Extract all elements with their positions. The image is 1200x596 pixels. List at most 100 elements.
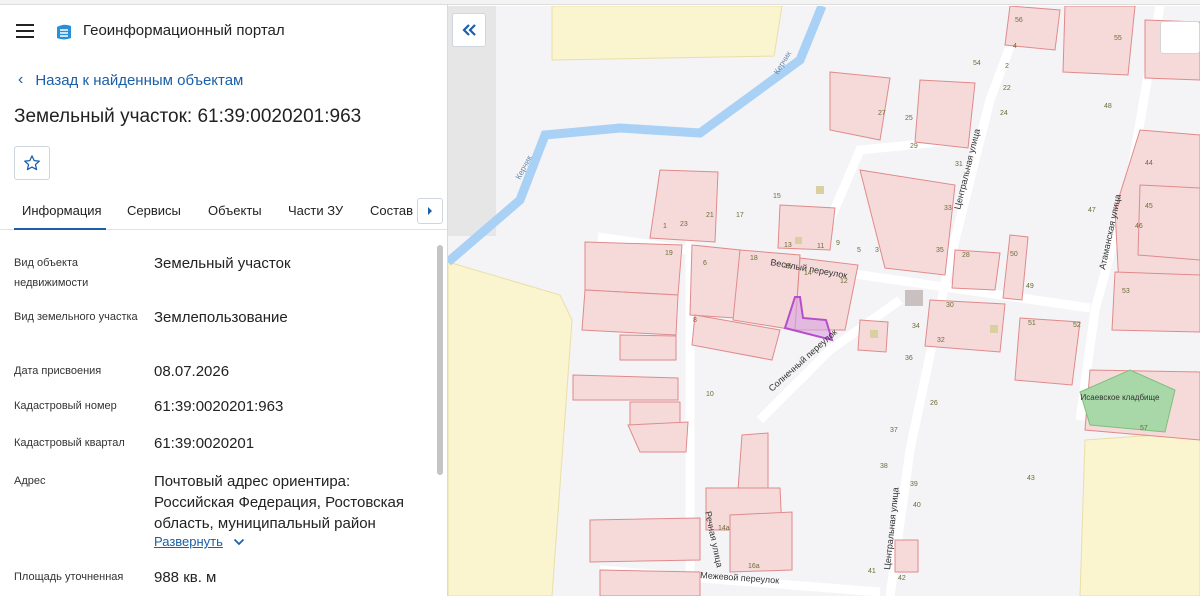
object-title: Земельный участок: 61:39:0020201:963 — [14, 106, 362, 127]
field-area — [551, 6, 783, 61]
house-number-label: 13 — [784, 242, 792, 249]
house-number-label: 3 — [875, 247, 879, 254]
house-number-label: 12 — [840, 278, 848, 285]
tabs-scroll-right-button[interactable] — [417, 198, 443, 224]
house-number-label: 22 — [1003, 85, 1011, 92]
browser-top-strip — [0, 0, 1200, 5]
expand-label: Развернуть — [154, 534, 223, 549]
tab-information[interactable]: Информация — [22, 203, 102, 218]
house-number-label: 55 — [1114, 35, 1122, 42]
property-label: Вид земельного участка — [14, 311, 138, 323]
house-number-label: 41 — [868, 568, 876, 575]
chevron-left-icon: ‹ — [18, 71, 24, 88]
star-icon — [24, 155, 40, 171]
house-number-label: 53 — [1122, 288, 1130, 295]
address-value: Почтовый адрес ориентира: Российская Фед… — [154, 473, 404, 532]
house-number-label: 16 — [784, 263, 792, 270]
back-link-label: Назад к найденным объектам — [35, 71, 244, 89]
tab-parts[interactable]: Части ЗУ — [288, 203, 343, 218]
house-number-label: 6 — [703, 260, 707, 267]
tab-services[interactable]: Сервисы — [127, 203, 181, 218]
house-number-label: 44 — [1145, 160, 1153, 167]
cadastral-quarter-value[interactable]: 61:39:0020201 — [154, 433, 424, 454]
active-tab-indicator — [14, 228, 106, 230]
double-chevron-left-icon — [462, 24, 476, 36]
house-number-label: 43 — [1027, 475, 1035, 482]
house-number-label: 15 — [773, 193, 781, 200]
house-number-label: 57 — [1140, 425, 1148, 432]
house-number-label: 14 — [804, 270, 812, 277]
field-area — [1079, 431, 1200, 596]
house-number-label: 52 — [1073, 322, 1081, 329]
house-number-label: 11 — [817, 243, 824, 250]
house-number-label: 5 — [857, 247, 861, 254]
tab-composition[interactable]: Состав — [370, 203, 413, 218]
house-number-label: 47 — [1088, 207, 1096, 214]
house-number-label: 14а — [718, 525, 730, 532]
house-number-label: 32 — [937, 337, 945, 344]
house-number-label: 9 — [836, 240, 840, 247]
chevron-down-icon — [233, 538, 245, 545]
cemetery-label: Исаевское кладбище — [1081, 393, 1160, 402]
house-number-label: 56 — [1015, 17, 1023, 24]
field-area — [448, 261, 573, 596]
house-number-label: 33 — [944, 205, 952, 212]
property-value: 08.07.2026 — [154, 363, 230, 380]
house-number-label: 38 — [880, 463, 888, 470]
house-number-label: 34 — [912, 323, 920, 330]
house-number-label: 4 — [1013, 43, 1017, 50]
property-value: Земельный участок — [154, 255, 291, 272]
caret-right-icon — [428, 207, 432, 215]
hamburger-icon[interactable] — [16, 24, 34, 38]
house-number-label: 42 — [898, 575, 906, 582]
property-value: Землепользование — [154, 309, 288, 326]
map-control-button[interactable] — [1160, 21, 1200, 54]
house-number-label: 8 — [693, 317, 697, 324]
expand-address-button[interactable]: Развернуть — [154, 534, 245, 549]
house-number-label: 19 — [665, 250, 673, 257]
house-number-label: 51 — [1028, 320, 1036, 327]
panel-scrollbar[interactable] — [437, 245, 443, 475]
house-number-label: 30 — [946, 302, 954, 309]
house-number-label: 28 — [962, 252, 970, 259]
back-to-results-link[interactable]: ‹ Назад к найденным объектам — [18, 71, 243, 89]
house-number-label: 2 — [1005, 63, 1009, 70]
portal-logo-icon — [57, 24, 71, 40]
house-number-label: 16а — [748, 563, 760, 570]
property-label: Дата присвоения — [14, 365, 102, 377]
tab-objects[interactable]: Объекты — [208, 203, 262, 218]
house-number-label: 23 — [680, 221, 688, 228]
favorite-button[interactable] — [14, 146, 50, 180]
house-number-label: 54 — [973, 60, 981, 67]
property-label: Вид объекта недвижимости — [14, 257, 89, 289]
app-header: Геоинформационный портал — [0, 12, 448, 50]
property-label: Площадь уточненная — [14, 571, 124, 583]
property-label: Кадастровый номер — [14, 400, 117, 412]
cadastral-number-value[interactable]: 61:39:0020201:963 — [154, 396, 424, 417]
house-number-label: 46 — [1135, 223, 1143, 230]
house-number-label: 1 — [663, 223, 667, 230]
house-number-label: 36 — [905, 355, 913, 362]
house-number-label: 50 — [1010, 251, 1018, 258]
map-canvas[interactable]: Керчик Керчик Исаевское кладбище Веселый… — [448, 6, 1200, 596]
property-label: Адрес — [14, 475, 46, 487]
house-number-label: 27 — [878, 110, 886, 117]
portal-title: Геоинформационный портал — [83, 22, 285, 39]
property-label: Кадастровый квартал — [14, 437, 125, 449]
house-number-label: 21 — [706, 212, 714, 219]
house-number-label: 24 — [1000, 110, 1008, 117]
house-number-label: 49 — [1026, 283, 1034, 290]
collapse-panel-button[interactable] — [452, 13, 486, 47]
house-number-label: 48 — [1104, 103, 1112, 110]
house-number-label: 26 — [930, 400, 938, 407]
house-number-label: 35 — [936, 247, 944, 254]
info-panel: Геоинформационный портал ‹ Назад к найде… — [0, 0, 448, 596]
house-number-label: 31 — [955, 161, 963, 168]
house-number-label: 40 — [913, 502, 921, 509]
cadastral-map[interactable]: Керчик Керчик Исаевское кладбище Веселый… — [448, 6, 1200, 596]
house-number-label: 37 — [890, 427, 898, 434]
property-value: 988 кв. м — [154, 569, 217, 586]
tabs-bar: Информация Сервисы Объекты Части ЗУ Сост… — [0, 196, 448, 230]
house-number-label: 39 — [910, 481, 918, 488]
house-number-label: 17 — [736, 212, 744, 219]
